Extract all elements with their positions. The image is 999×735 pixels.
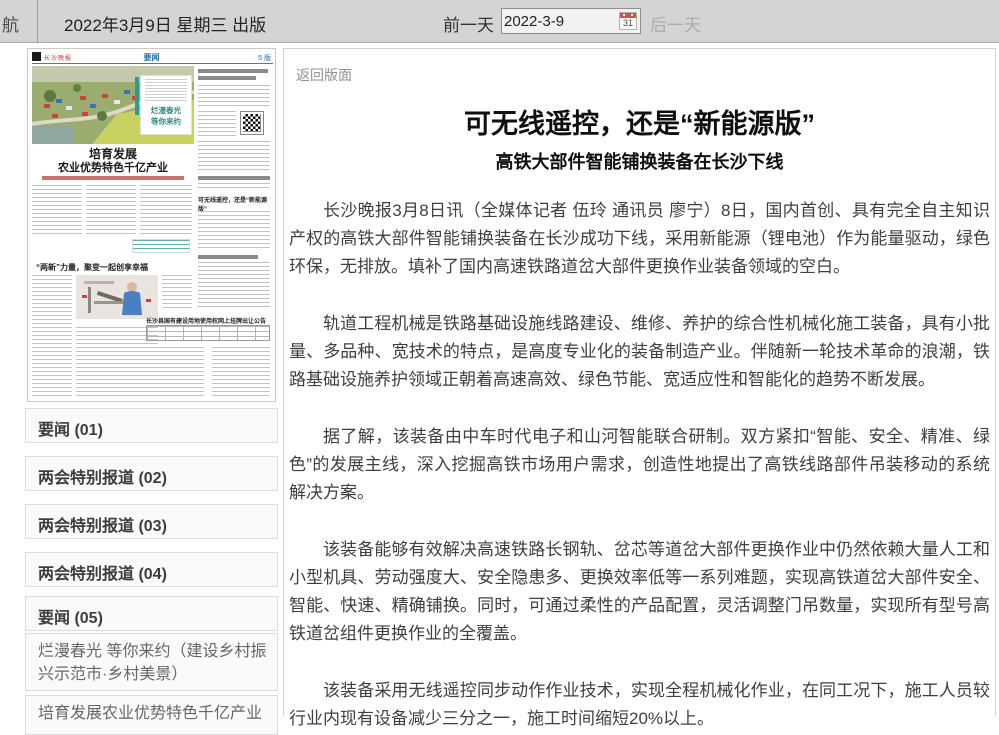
sidebar-article-link-spring[interactable]: 烂漫春光 等你来约（建设乡村振兴示范市·乡村美景） — [25, 633, 278, 691]
article-link-label: 培育发展农业优势特色千亿产业 — [38, 705, 262, 722]
nav-label-fragment[interactable]: 航 — [2, 11, 19, 36]
thumb-notice-headline: 长沙县国有建设用地使用权网上挂牌出让公告 — [146, 316, 272, 325]
sidebar-article-link-agriculture[interactable]: 培育发展农业优势特色千亿产业 — [25, 695, 278, 735]
newspaper-page-thumbnail[interactable]: 长沙晚报 要闻 5 版 烂漫春光 等你来约 培育发展 — [27, 48, 276, 402]
article-paragraph: 长沙晚报3月8日讯（全媒体记者 伍玲 通讯员 廖宁）8日，国内首创、具有完全自主… — [289, 197, 990, 281]
article-paragraph: 据了解，该装备由中车时代电子和山河智能联合研制。双方紧扣“智能、安全、精准、绿色… — [289, 423, 990, 507]
section-label: 两会特别报道 (04) — [38, 566, 167, 583]
caption-micro-text — [145, 79, 187, 101]
text-column — [198, 262, 270, 308]
text-column — [32, 185, 82, 235]
back-to-page-link[interactable]: 返回版面 — [296, 65, 990, 85]
page-number: 5 版 — [258, 53, 271, 63]
article-subtitle: 高铁大部件智能铺换装备在长沙下线 — [289, 148, 990, 174]
notice-table — [146, 325, 270, 341]
article-body: 长沙晚报3月8日讯（全媒体记者 伍玲 通讯员 廖宁）8日，国内首创、具有完全自主… — [289, 197, 990, 733]
sidebar-section-yaowen-05[interactable]: 要闻 (05) — [25, 596, 278, 631]
top-toolbar: 航 2022年3月9日 星期三 出版 前一天 31 后一天 — [0, 0, 999, 43]
worker-photo — [76, 275, 158, 319]
sidebar-section-lianghui-04[interactable]: 两会特别报道 (04) — [25, 552, 278, 587]
thumb-mid-headline: “两新”力量，聚变一起创享幸福 — [36, 262, 168, 273]
photo-caption-box: 烂漫春光 等你来约 — [140, 75, 192, 135]
headline-placeholder — [198, 69, 268, 73]
text-column — [198, 141, 270, 171]
toolbar-divider — [37, 0, 38, 43]
text-column — [198, 211, 270, 251]
qr-code — [240, 111, 264, 135]
previous-day-link[interactable]: 前一天 — [443, 11, 494, 36]
header-rule — [32, 63, 273, 64]
headline-placeholder — [198, 76, 256, 80]
article-paragraph: 轨道工程机械是铁路基础设施线路建设、维修、养护的综合性机械化施工装备，具有小批量… — [289, 310, 990, 394]
green-promo-graphic — [132, 239, 190, 253]
calendar-icon[interactable]: 31 — [619, 12, 637, 30]
date-input[interactable] — [504, 10, 612, 32]
text-column — [140, 185, 192, 235]
caption-title-line2: 等你来约 — [141, 116, 191, 127]
article-paragraph: 该装备采用无线遥控同步动作作业技术，实现全程机械化作业，在同工况下，施工人员较行… — [289, 677, 990, 733]
thumb-headline-line2: 农业优势特色千亿产业 — [32, 159, 194, 175]
article-paragraph: 该装备能够有效解决高速铁路长钢轨、岔芯等道岔大部件更换作业中仍然依赖大量人工和小… — [289, 536, 990, 648]
sidebar-section-lianghui-03[interactable]: 两会特别报道 (03) — [25, 504, 278, 539]
text-column — [146, 347, 204, 397]
text-column — [212, 347, 270, 397]
headline-placeholder — [198, 255, 258, 259]
date-picker-field[interactable]: 31 — [501, 8, 641, 34]
next-day-link[interactable]: 后一天 — [650, 11, 701, 36]
text-column — [198, 183, 270, 191]
text-column — [198, 85, 270, 107]
sidebar-section-yaowen-01[interactable]: 要闻 (01) — [25, 408, 278, 443]
article-panel: 返回版面 可无线遥控，还是“新能源版” 高铁大部件智能铺换装备在长沙下线 长沙晚… — [283, 48, 996, 716]
text-column — [198, 111, 236, 137]
sidebar-section-lianghui-02[interactable]: 两会特别报道 (02) — [25, 456, 278, 491]
headline-placeholder — [198, 176, 270, 180]
thumb-subhead-line — [42, 176, 184, 180]
text-column — [86, 185, 136, 235]
section-label: 要闻 (01) — [38, 422, 103, 439]
caption-ribbon — [135, 77, 139, 115]
article-link-label: 烂漫春光 等你来约（建设乡村振兴示范市·乡村美景） — [38, 643, 266, 683]
section-label: 两会特别报道 (03) — [38, 518, 167, 535]
article-title: 可无线遥控，还是“新能源版” — [289, 102, 990, 141]
section-label: 两会特别报道 (02) — [38, 470, 167, 487]
section-label: 要闻 (05) — [38, 610, 103, 627]
text-column — [162, 275, 192, 309]
caption-title-line1: 烂漫春光 — [141, 105, 191, 116]
calendar-day-number: 31 — [623, 18, 633, 28]
publication-date-text: 2022年3月9日 星期三 出版 — [64, 11, 266, 36]
text-column — [32, 275, 72, 397]
page-section-name: 要闻 — [28, 52, 275, 63]
